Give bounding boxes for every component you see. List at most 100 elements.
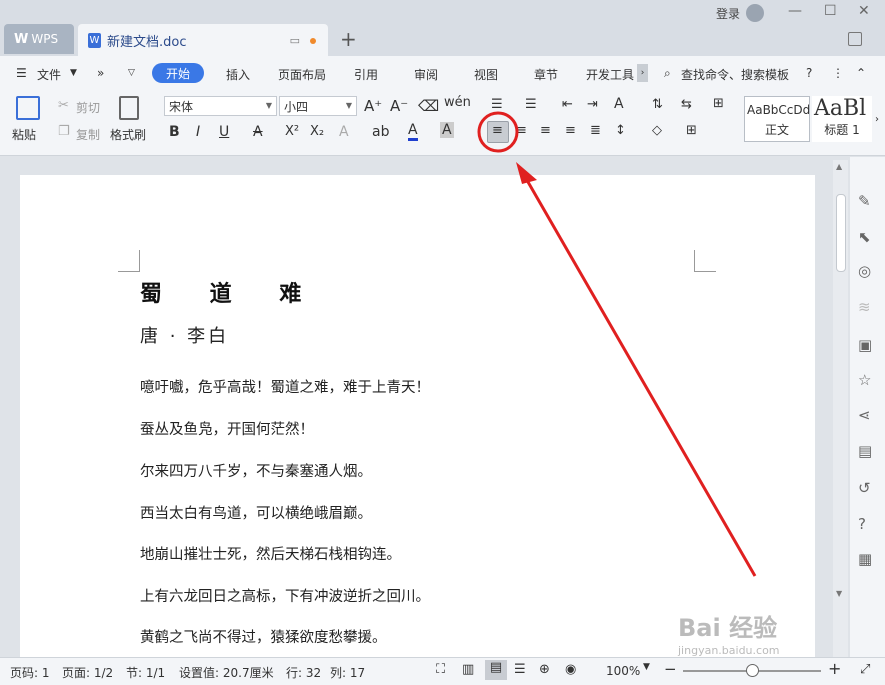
char-scale-icon[interactable]: A — [614, 96, 624, 112]
bullet-list-icon[interactable]: ☰ — [491, 97, 503, 112]
char-shading-icon[interactable]: A — [440, 122, 454, 138]
tab-home[interactable]: 开始 — [152, 63, 204, 83]
text-effect-icon[interactable]: A — [339, 124, 349, 140]
subscript-icon[interactable]: X₂ — [310, 124, 324, 139]
zoom-in-icon[interactable]: + — [828, 659, 841, 678]
outline-view-icon[interactable]: ☰ — [514, 662, 526, 677]
tab-insert[interactable]: 插入 — [226, 66, 250, 83]
italic-icon[interactable]: I — [196, 124, 200, 140]
strikethrough-icon[interactable]: A — [253, 124, 263, 140]
screen-icon[interactable]: ▭ — [290, 34, 300, 47]
font-name-select[interactable]: 宋体 ▼ — [164, 96, 277, 116]
scroll-styles-icon[interactable]: › — [875, 114, 879, 125]
history-icon[interactable]: ↺ — [858, 479, 871, 497]
align-right-icon[interactable]: ≡ — [540, 123, 551, 138]
style-normal[interactable]: AaBbCcDd 正文 — [744, 96, 810, 142]
cut-button[interactable]: 剪切 — [76, 99, 100, 116]
image-icon[interactable]: ▣ — [858, 336, 872, 354]
status-row[interactable]: 行: 32 — [286, 664, 321, 681]
tab-references[interactable]: 引用 — [354, 66, 378, 83]
clear-format-icon[interactable]: ⌫ — [418, 97, 439, 115]
scrollbar-thumb[interactable] — [836, 194, 846, 272]
menu-file[interactable]: 文件 — [37, 66, 61, 83]
select-cursor-icon[interactable]: ⬉ — [858, 228, 871, 246]
status-setting[interactable]: 设置值: 20.7厘米 — [179, 664, 274, 681]
fullscreen-icon[interactable]: ⛶ — [436, 662, 445, 677]
more-options-icon[interactable]: ⋮ — [832, 66, 844, 80]
chevron-down-icon[interactable]: ▽ — [128, 68, 135, 78]
shapes-icon[interactable]: ◎ — [858, 262, 871, 280]
pen-icon[interactable]: ✎ — [858, 192, 871, 210]
minimize-button[interactable]: — — [788, 3, 802, 19]
bold-icon[interactable]: B — [169, 124, 180, 140]
line-spacing-icon[interactable]: ⇆ — [681, 97, 692, 112]
new-tab-button[interactable]: + — [340, 27, 357, 51]
sidebar-toggle-icon[interactable] — [848, 32, 862, 46]
increase-indent-icon[interactable]: ⇥ — [587, 97, 598, 112]
more-icon[interactable]: » — [97, 66, 104, 80]
tab-review[interactable]: 审阅 — [414, 66, 438, 83]
tab-developer[interactable]: 开发工具 — [586, 66, 634, 83]
help-circle-icon[interactable]: ? — [858, 515, 866, 533]
expand-icon[interactable]: ⤢ — [860, 662, 870, 677]
scroll-up-icon[interactable]: ▲ — [836, 162, 842, 171]
tab-page-layout[interactable]: 页面布局 — [278, 66, 326, 83]
eye-protect-icon[interactable]: ◉ — [565, 662, 576, 677]
settings-sliders-icon[interactable]: ≋ — [858, 298, 871, 316]
superscript-icon[interactable]: X² — [285, 124, 299, 139]
format-painter-button[interactable]: 格式刷 — [110, 126, 146, 143]
grow-font-icon[interactable]: A⁺ — [364, 97, 382, 115]
maximize-button[interactable]: ☐ — [824, 3, 837, 19]
shading-icon[interactable]: ◇ — [652, 123, 662, 138]
style-heading-1[interactable]: AaBl 标题 1 — [812, 96, 872, 142]
font-color-icon[interactable]: A — [408, 122, 418, 141]
star-icon[interactable]: ☆ — [858, 371, 871, 389]
status-page-number[interactable]: 页码: 1 — [10, 664, 50, 681]
justify-icon[interactable]: ≡ — [565, 123, 576, 138]
numbered-list-icon[interactable]: ☰ — [525, 97, 537, 112]
tab-wps[interactable]: W WPS — [4, 24, 74, 54]
share-icon[interactable]: ⋖ — [858, 406, 871, 424]
zoom-slider-handle[interactable] — [745, 664, 759, 677]
status-section[interactable]: 节: 1/1 — [126, 664, 165, 681]
table-icon[interactable]: ⊞ — [713, 96, 724, 111]
close-button[interactable]: ✕ — [858, 3, 870, 19]
collapse-ribbon-icon[interactable]: ⌃ — [856, 66, 866, 80]
tab-view[interactable]: 视图 — [474, 66, 498, 83]
zoom-out-icon[interactable]: − — [664, 660, 677, 678]
shrink-font-icon[interactable]: A⁻ — [390, 97, 408, 115]
chevron-down-icon[interactable]: ▼ — [643, 662, 650, 672]
decrease-indent-icon[interactable]: ⇤ — [562, 97, 573, 112]
apps-grid-icon[interactable]: ▦ — [858, 550, 872, 568]
two-page-view-icon[interactable]: ▥ — [462, 662, 474, 677]
status-column[interactable]: 列: 17 — [330, 664, 365, 681]
menu-icon[interactable]: ☰ — [16, 66, 27, 80]
copy-button[interactable]: 复制 — [76, 126, 100, 143]
page-view-icon[interactable]: ▤ — [485, 660, 507, 680]
scroll-down-icon[interactable]: ▼ — [836, 589, 842, 598]
underline-icon[interactable]: U — [219, 124, 229, 140]
chevron-down-icon[interactable]: ▼ — [70, 68, 77, 78]
help-icon[interactable]: ? — [806, 66, 812, 80]
paste-icon[interactable] — [16, 96, 40, 120]
font-size-select[interactable]: 小四 ▼ — [279, 96, 357, 116]
sort-icon[interactable]: ⇅ — [652, 97, 663, 112]
distributed-icon[interactable]: ≣ — [590, 123, 601, 138]
highlight-icon[interactable]: ab — [372, 124, 389, 140]
baidu-watermark-url: jingyan.baidu.com — [678, 644, 780, 657]
status-pages[interactable]: 页面: 1/2 — [62, 664, 113, 681]
paragraph-spacing-icon[interactable]: ↕ — [615, 123, 626, 138]
paste-button[interactable]: 粘贴 — [12, 126, 36, 143]
scroll-right-icon[interactable]: › — [637, 64, 648, 82]
web-view-icon[interactable]: ⊕ — [539, 662, 550, 677]
tab-document[interactable]: W 新建文档.doc ▭ — [78, 24, 328, 56]
phonetic-icon[interactable]: wén — [444, 95, 471, 110]
archive-icon[interactable]: ▤ — [858, 442, 872, 460]
format-painter-icon[interactable] — [119, 96, 139, 120]
tab-chapter[interactable]: 章节 — [534, 66, 558, 83]
zoom-value[interactable]: 100% — [606, 664, 640, 678]
borders-icon[interactable]: ⊞ — [686, 123, 697, 138]
align-center-icon[interactable]: ≡ — [516, 123, 527, 138]
command-search[interactable]: 查找命令、搜索模板 — [681, 66, 789, 83]
login-area[interactable]: 登录 — [716, 4, 765, 22]
